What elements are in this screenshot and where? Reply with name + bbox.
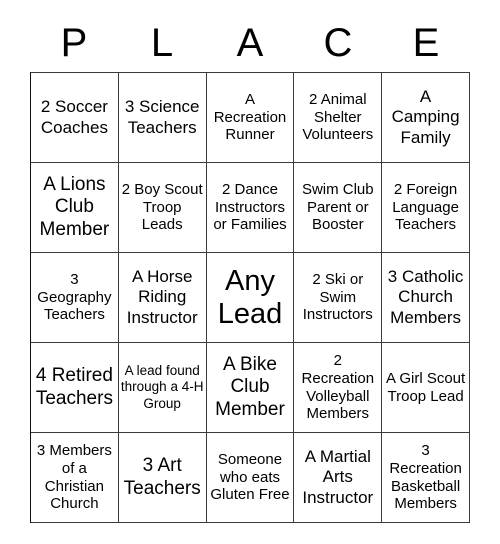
- bingo-cell-label: 3 Science Teachers: [124, 97, 200, 137]
- bingo-cell-e3[interactable]: 3 Catholic Church Members: [382, 253, 470, 343]
- bingo-row-5: 3 Members of a Christian Church 3 Art Te…: [31, 433, 470, 523]
- bingo-cell-c5[interactable]: A Martial Arts Instructor: [294, 433, 383, 523]
- bingo-cell-p1[interactable]: 2 Soccer Coaches: [31, 73, 119, 163]
- bingo-cell-label: A Camping Family: [391, 87, 460, 147]
- bingo-header-letter-e: E: [412, 21, 440, 65]
- bingo-header-letter-p: P: [60, 21, 88, 65]
- bingo-cell-label: 3 Members of a Christian Church: [36, 442, 112, 513]
- bingo-cell-label: A Bike Club Member: [215, 354, 285, 420]
- bingo-cell-label: A Martial Arts Instructor: [302, 447, 374, 507]
- bingo-cell-c2[interactable]: Swim Club Parent or Booster: [294, 163, 383, 253]
- bingo-cell-label: A Horse Riding Instructor: [126, 267, 198, 327]
- bingo-row-2: A Lions Club Member 2 Boy Scout Troop Le…: [31, 163, 470, 253]
- bingo-card: P L A C E 2 Soccer Coaches 3 Science Tea…: [30, 14, 470, 523]
- bingo-cell-label: A Lions Club Member: [39, 174, 110, 240]
- bingo-row-1: 2 Soccer Coaches 3 Science Teachers A Re…: [31, 73, 470, 163]
- bingo-cell-e5[interactable]: 3 Recreation Basketball Members: [382, 433, 470, 523]
- bingo-header-letter-l: L: [150, 21, 174, 65]
- bingo-cell-l3[interactable]: A Horse Riding Instructor: [118, 253, 207, 343]
- bingo-cell-label: 3 Recreation Basketball Members: [389, 442, 462, 513]
- bingo-cell-label: Swim Club Parent or Booster: [301, 180, 374, 234]
- bingo-row-4: 4 Retired Teachers A lead found through …: [31, 343, 470, 433]
- bingo-cell-p4[interactable]: 4 Retired Teachers: [31, 343, 119, 433]
- bingo-cell-c3[interactable]: 2 Ski or Swim Instructors: [294, 253, 383, 343]
- bingo-free-space-label: Any Lead: [217, 265, 283, 330]
- bingo-row-3: 3 Geography Teachers A Horse Riding Inst…: [31, 253, 470, 343]
- bingo-cell-label: A lead found through a 4-H Group: [120, 363, 204, 411]
- bingo-cell-label: 2 Soccer Coaches: [40, 97, 108, 137]
- bingo-cell-p5[interactable]: 3 Members of a Christian Church: [31, 433, 119, 523]
- bingo-header-letter-c: C: [323, 21, 353, 65]
- bingo-cell-l1[interactable]: 3 Science Teachers: [118, 73, 207, 163]
- bingo-cell-label: Someone who eats Gluten Free: [210, 450, 290, 504]
- bingo-cell-label: 2 Animal Shelter Volunteers: [302, 90, 374, 144]
- bingo-cell-a5[interactable]: Someone who eats Gluten Free: [206, 433, 295, 523]
- bingo-cell-label: 3 Art Teachers: [123, 455, 201, 499]
- bingo-cell-c4[interactable]: 2 Recreation Volleyball Members: [294, 343, 383, 433]
- bingo-cell-a4[interactable]: A Bike Club Member: [206, 343, 295, 433]
- bingo-cell-free-space[interactable]: Any Lead: [206, 253, 295, 343]
- bingo-grid: 2 Soccer Coaches 3 Science Teachers A Re…: [30, 72, 470, 523]
- bingo-cell-label: 4 Retired Teachers: [35, 365, 113, 409]
- bingo-cell-label: 2 Ski or Swim Instructors: [302, 270, 373, 324]
- bingo-cell-label: A Recreation Runner: [213, 90, 287, 144]
- bingo-cell-a1[interactable]: A Recreation Runner: [206, 73, 295, 163]
- bingo-cell-label: 3 Catholic Church Members: [387, 267, 464, 327]
- bingo-cell-a2[interactable]: 2 Dance Instructors or Families: [206, 163, 295, 253]
- bingo-header-letter-a: A: [236, 21, 264, 65]
- bingo-cell-e1[interactable]: A Camping Family: [382, 73, 470, 163]
- bingo-cell-p2[interactable]: A Lions Club Member: [31, 163, 119, 253]
- bingo-cell-label: 2 Boy Scout Troop Leads: [121, 180, 203, 234]
- bingo-cell-label: A Girl Scout Troop Lead: [385, 369, 466, 405]
- bingo-cell-l5[interactable]: 3 Art Teachers: [118, 433, 207, 523]
- bingo-cell-e2[interactable]: 2 Foreign Language Teachers: [382, 163, 470, 253]
- bingo-cell-l2[interactable]: 2 Boy Scout Troop Leads: [118, 163, 207, 253]
- bingo-cell-l4[interactable]: A lead found through a 4-H Group: [118, 343, 207, 433]
- bingo-cell-p3[interactable]: 3 Geography Teachers: [31, 253, 119, 343]
- bingo-cell-c1[interactable]: 2 Animal Shelter Volunteers: [294, 73, 383, 163]
- bingo-cell-label: 3 Geography Teachers: [37, 270, 112, 324]
- bingo-cell-label: 2 Recreation Volleyball Members: [301, 352, 375, 423]
- bingo-cell-label: 2 Dance Instructors or Families: [213, 180, 287, 234]
- bingo-cell-label: 2 Foreign Language Teachers: [392, 180, 459, 234]
- bingo-header-row: P L A C E: [30, 14, 470, 72]
- bingo-cell-e4[interactable]: A Girl Scout Troop Lead: [382, 343, 470, 433]
